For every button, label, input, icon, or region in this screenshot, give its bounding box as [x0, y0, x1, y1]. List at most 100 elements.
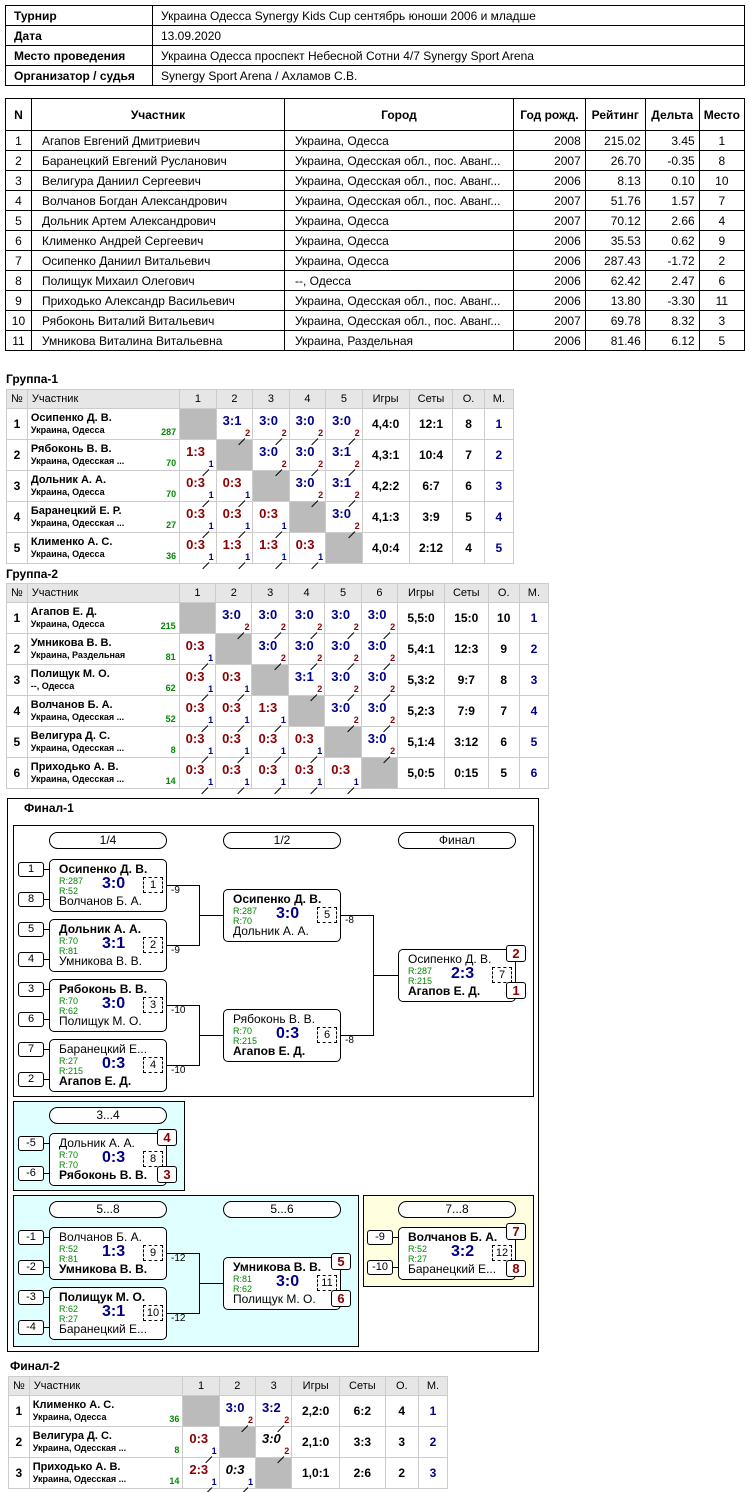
score-slash-divider — [238, 562, 246, 570]
participant-cell: 11 — [5, 330, 32, 351]
score-wrapper: 3:0 2 — [326, 409, 362, 446]
group-sets: 3:3 — [339, 1426, 386, 1458]
group-row-number: 5 — [6, 726, 28, 758]
group-place: 2 — [518, 633, 550, 665]
seed-bottom: 2 — [18, 1072, 44, 1087]
tournament-date: 13.09.2020 — [152, 25, 745, 46]
match-number: 7 — [492, 967, 512, 983]
group-col-header: О. — [487, 583, 520, 603]
info-key: Организатор / судья — [5, 65, 153, 86]
bracket-match-m9: Волчанов Б. А. R:52 R:81 1:3 9 Умникова В. В. — [49, 1227, 167, 1280]
match-number: 9 — [143, 1245, 163, 1261]
score-wrapper: 3:0 2 — [220, 1396, 255, 1433]
participant-cell: 4 — [698, 210, 746, 231]
group-score-cell: 3:0 2 — [325, 408, 363, 446]
group-points: 5 — [452, 501, 485, 533]
group-sets: 15:0 — [443, 602, 489, 634]
match-points: 2 — [317, 653, 323, 663]
match-score: 0:3 — [185, 669, 205, 684]
group-row-number: 1 — [8, 1395, 30, 1427]
match-player-bottom: Умникова В. В. — [59, 1262, 148, 1276]
participant-cell: 1 — [698, 130, 746, 151]
group-score-cell: 0:3 1 — [218, 1457, 256, 1492]
match-points: 2 — [281, 459, 287, 469]
group-col-header: 3 — [251, 583, 289, 603]
score-wrapper: 3:0 2 — [290, 471, 326, 508]
match-points: 1 — [208, 777, 214, 787]
group-row-number: 3 — [8, 1457, 30, 1489]
group-score-cell: 3:1 2 — [287, 664, 326, 702]
participant-cell: 2006 — [512, 330, 586, 351]
participant-name: Клименко А. С. — [30, 536, 113, 548]
score-wrapper: 3:0 2 — [290, 440, 326, 477]
match-score: 1:3 — [186, 444, 205, 459]
info-key: Место проведения — [5, 45, 153, 66]
match-score: 3:2 — [261, 1400, 281, 1415]
group-col-header: О. — [384, 1376, 419, 1396]
score-wrapper: 0:3 1 — [180, 634, 215, 671]
bracket-match-m5: Осипенко Д. В. R:287 R:70 3:0 5 Дольник А. А. — [223, 889, 341, 942]
match-score: 3:0 — [259, 413, 278, 428]
bracket-connector — [167, 1313, 199, 1314]
match-rating-top: R:52 — [59, 1244, 79, 1254]
group-col-header: 2 — [218, 1376, 256, 1396]
group-score-cell: 3:0 2 — [288, 408, 327, 446]
group-score-cell: 3:1 2 — [325, 439, 363, 477]
group-diagonal-cell — [288, 501, 327, 533]
group-col-header: № — [8, 1376, 30, 1396]
bracket-connector — [341, 1035, 373, 1036]
participant-cell: 1 — [5, 130, 32, 151]
participant-cell: 2 — [5, 150, 32, 171]
match-score: 3:0 — [295, 413, 315, 428]
match-score: 1:3 — [102, 1243, 126, 1260]
score-wrapper: 1:3 1 — [253, 533, 289, 570]
group-diagonal-cell — [324, 726, 362, 758]
group-score-cell: 0:3 1 — [288, 532, 327, 570]
group-games: 5,0:5 — [397, 757, 445, 789]
match-score: 3:0 — [102, 875, 126, 892]
score-wrapper: 0:3 1 — [180, 696, 215, 733]
group-col-header: № — [6, 583, 28, 603]
match-score: 3:0 — [294, 607, 314, 622]
match-score: 3:1 — [222, 413, 242, 428]
score-wrapper: 3:1 2 — [217, 409, 253, 446]
group-col-header: № — [6, 389, 28, 409]
match-score: 3:1 — [332, 444, 351, 459]
bracket-connector — [199, 1283, 223, 1284]
score-wrapper: 3:0 2 — [362, 634, 397, 671]
match-score: 3:0 — [367, 607, 387, 622]
score-slash-divider — [237, 787, 245, 795]
match-score: 3:1 — [294, 669, 314, 684]
participant-cell: -3.30 — [644, 290, 700, 311]
bracket-match-m7: Осипенко Д. В. R:287 R:215 2:3 7 Агапов Е. Д. — [398, 949, 516, 1002]
group-sets: 12:3 — [443, 633, 489, 665]
match-player-bottom: Полищук М. О. — [59, 1014, 142, 1028]
match-rating-top: R:52 — [408, 1244, 428, 1254]
score-wrapper: 0:3 1 — [289, 758, 324, 795]
participant-cell: 3 — [5, 170, 32, 191]
seed-connector — [393, 1267, 398, 1268]
participant-cell: 6 — [698, 270, 746, 291]
match-player-bottom: Волчанов Б. А. — [59, 894, 142, 908]
seed-connector — [44, 1049, 49, 1050]
group-score-cell: 0:3 1 — [178, 726, 217, 764]
score-wrapper: 3:1 2 — [326, 440, 362, 477]
group-col-header: Участник — [26, 389, 181, 409]
seed-bottom: 8 — [18, 892, 44, 907]
tournament-info-table: Турнир Украина Одесса Synergy Kids Cup се… — [5, 5, 745, 86]
match-points: 2 — [390, 746, 396, 756]
seed-top: -1 — [18, 1230, 44, 1245]
participant-city: Украина, Одесса — [30, 619, 105, 629]
group-place: 1 — [518, 602, 550, 634]
group-points: 6 — [452, 470, 485, 502]
match-score: 0:3 — [222, 731, 241, 746]
group-score-cell: 0:3 1 — [178, 695, 217, 733]
match-score: 3:0 — [367, 669, 387, 684]
match-player-top: Дольник А. А. — [59, 922, 142, 936]
participant-row: 6 Клименко Андрей Сергеевич Украина, Одесс… — [5, 230, 746, 251]
match-points: 1 — [280, 746, 286, 756]
match-points: 1 — [247, 1477, 253, 1487]
bracket-connector — [373, 975, 398, 976]
seed-bottom: -4 — [18, 1320, 44, 1335]
match-score: 3:0 — [367, 700, 387, 715]
